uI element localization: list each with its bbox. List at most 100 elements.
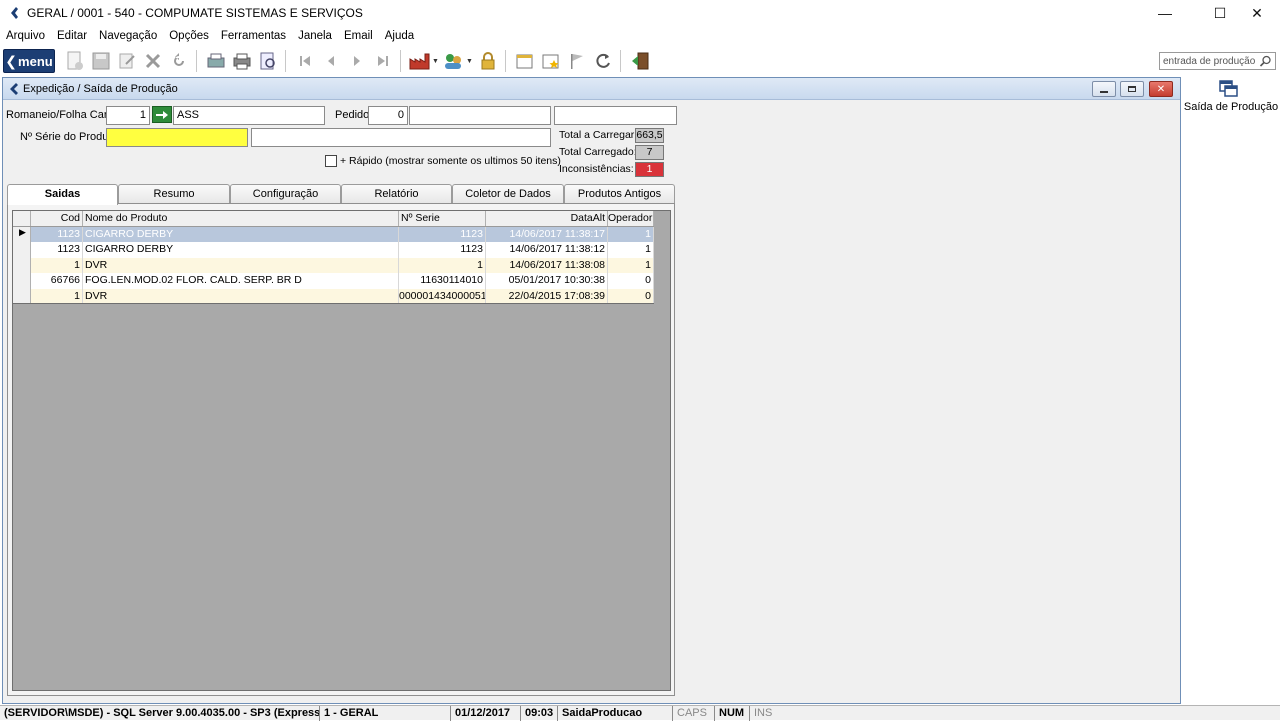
- col-header-serie[interactable]: Nº Serie: [399, 211, 486, 226]
- menu-arquivo[interactable]: Arquivo: [0, 30, 51, 42]
- rapido-checkbox[interactable]: [325, 155, 337, 167]
- last-record-icon[interactable]: [371, 49, 395, 73]
- row-indicator: [13, 288, 31, 303]
- serie-description: [251, 128, 551, 147]
- col-header-operador[interactable]: Operador: [608, 211, 654, 226]
- menu-navegacao[interactable]: Navegação: [93, 30, 163, 42]
- col-header-cod[interactable]: Cod: [31, 211, 83, 226]
- romaneio-input[interactable]: 1: [106, 106, 150, 125]
- child-close-button[interactable]: ✕: [1149, 81, 1173, 97]
- child-minimize-button[interactable]: [1092, 81, 1116, 97]
- cell-operador: 0: [608, 288, 654, 303]
- tab-coletor-de-dados[interactable]: Coletor de Dados: [452, 184, 564, 204]
- cell-operador: 1: [608, 242, 654, 258]
- window-list-item-saida-producao[interactable]: Saída de Produção: [1182, 77, 1280, 117]
- tab-configuracao[interactable]: Configuração: [230, 184, 341, 204]
- child-window-title: Expedição / Saída de Produção: [23, 82, 178, 95]
- first-record-icon[interactable]: [293, 49, 317, 73]
- total-carregar-label: Total a Carregar:: [559, 129, 638, 141]
- flag-icon[interactable]: [565, 49, 589, 73]
- print-icon[interactable]: [230, 49, 254, 73]
- table-row[interactable]: 1 DVR 000001434000051 22/04/2015 17:08:3…: [13, 288, 654, 304]
- save-icon[interactable]: [89, 49, 113, 73]
- tab-saidas[interactable]: Saidas: [7, 184, 118, 205]
- edit-icon[interactable]: [115, 49, 139, 73]
- total-carregado-label: Total Carregado:: [559, 146, 637, 158]
- chevron-down-icon[interactable]: ▼: [466, 58, 474, 65]
- chevron-down-icon[interactable]: ▼: [432, 58, 440, 65]
- lock-icon[interactable]: [476, 49, 500, 73]
- window-titlebar: GERAL / 0001 - 540 - COMPUMATE SISTEMAS …: [0, 0, 1280, 26]
- tab-relatorio[interactable]: Relatório: [341, 184, 452, 204]
- cell-serie: 000001434000051: [399, 288, 486, 303]
- main-menu-button[interactable]: ❮ menu: [3, 49, 55, 73]
- table-row[interactable]: 1 DVR 1 14/06/2017 11:38:08 1: [13, 257, 654, 273]
- new-document-icon[interactable]: [63, 49, 87, 73]
- romaneio-go-button[interactable]: [152, 106, 172, 123]
- status-server: (SERVIDOR\MSDE) - SQL Server 9.00.4035.0…: [4, 707, 319, 719]
- tab-produtos-antigos[interactable]: Produtos Antigos: [564, 184, 675, 204]
- grid-header-row: Cod Nome do Produto Nº Serie DataAlt Ope…: [13, 211, 654, 227]
- saidas-grid[interactable]: Cod Nome do Produto Nº Serie DataAlt Ope…: [12, 210, 671, 691]
- table-row[interactable]: 1123 CIGARRO DERBY 1123 14/06/2017 11:38…: [13, 242, 654, 258]
- cell-operador: 1: [608, 226, 654, 242]
- undo-icon[interactable]: [167, 49, 191, 73]
- open-window-icon[interactable]: [513, 49, 537, 73]
- status-form: SaidaProducao: [557, 706, 672, 721]
- status-ins: INS: [749, 706, 1280, 721]
- search-icon[interactable]: [1259, 55, 1272, 68]
- minimize-button[interactable]: —: [1142, 0, 1188, 26]
- cell-nome: FOG.LEN.MOD.02 FLOR. CALD. SERP. BR D: [83, 273, 399, 289]
- favorite-icon[interactable]: [539, 49, 563, 73]
- menu-email[interactable]: Email: [338, 30, 379, 42]
- status-caps: CAPS: [672, 706, 714, 721]
- child-window-logo-icon: [10, 82, 18, 95]
- table-row[interactable]: 66766 FOG.LEN.MOD.02 FLOR. CALD. SERP. B…: [13, 273, 654, 289]
- main-menu-label: menu: [18, 53, 53, 69]
- delete-icon[interactable]: [141, 49, 165, 73]
- child-restore-button[interactable]: [1120, 81, 1144, 97]
- romaneio-description: ASS: [173, 106, 325, 125]
- toolbar-separator: [285, 50, 286, 72]
- menu-editar[interactable]: Editar: [51, 30, 93, 42]
- serie-input[interactable]: [106, 128, 248, 147]
- next-record-icon[interactable]: [345, 49, 369, 73]
- window-list-label: Saída de Produção: [1183, 101, 1279, 113]
- cell-dataalt: 14/06/2017 11:38:17: [486, 226, 608, 242]
- status-company: 1 - GERAL: [319, 706, 450, 721]
- toolbar-separator: [505, 50, 506, 72]
- rapido-label: + Rápido (mostrar somente os ultimos 50 …: [340, 155, 561, 167]
- menu-ferramentas[interactable]: Ferramentas: [215, 30, 292, 42]
- row-indicator: ▶: [13, 226, 31, 242]
- col-header-dataalt[interactable]: DataAlt: [486, 211, 608, 226]
- report-preview-icon[interactable]: [256, 49, 280, 73]
- toolbar-separator: [400, 50, 401, 72]
- pedido-input[interactable]: 0: [368, 106, 408, 125]
- quick-search-input[interactable]: entrada de produção: [1159, 52, 1276, 70]
- app-logo-icon: [11, 7, 18, 19]
- menu-janela[interactable]: Janela: [292, 30, 338, 42]
- cell-operador: 1: [608, 257, 654, 273]
- table-row[interactable]: ▶ 1123 CIGARRO DERBY 1123 14/06/2017 11:…: [13, 226, 654, 242]
- exit-icon[interactable]: [628, 49, 652, 73]
- cell-serie: 11630114010: [399, 273, 486, 289]
- print-preview-icon[interactable]: [204, 49, 228, 73]
- arrow-right-icon: [156, 110, 168, 119]
- previous-record-icon[interactable]: [319, 49, 343, 73]
- toolbar-separator: [196, 50, 197, 72]
- cell-nome: CIGARRO DERBY: [83, 242, 399, 258]
- toolbar: ❮ menu ▼ ▼ entrada de produção: [0, 46, 1280, 76]
- refresh-icon[interactable]: [591, 49, 615, 73]
- close-button[interactable]: ✕: [1234, 0, 1280, 26]
- factory-icon[interactable]: [408, 49, 432, 73]
- menu-ajuda[interactable]: Ajuda: [379, 30, 420, 42]
- tab-strip: Saidas Resumo Configuração Relatório Col…: [7, 184, 675, 205]
- toolbar-separator: [620, 50, 621, 72]
- tab-resumo[interactable]: Resumo: [118, 184, 230, 204]
- cell-cod: 1: [31, 288, 83, 303]
- cell-serie: 1: [399, 257, 486, 273]
- menu-opcoes[interactable]: Opções: [163, 30, 215, 42]
- extra-field[interactable]: [554, 106, 677, 125]
- col-header-nome[interactable]: Nome do Produto: [83, 211, 399, 226]
- users-icon[interactable]: [442, 49, 466, 73]
